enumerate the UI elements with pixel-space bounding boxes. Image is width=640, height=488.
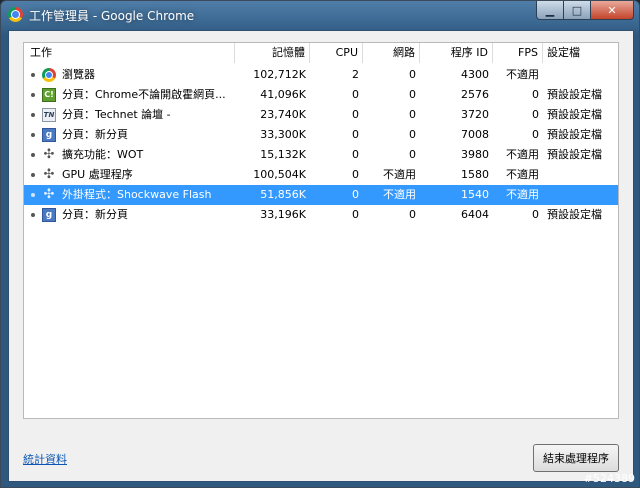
cell-task: 外掛程式：Shockwave Flash	[62, 188, 212, 201]
cell-fps: 不適用	[506, 68, 539, 81]
cell-task: 分頁：Technet 論壇 -	[62, 108, 171, 121]
cell-pid: 1540	[461, 188, 489, 201]
cell-task: GPU 處理程序	[62, 168, 133, 181]
cell-memory: 100,504K	[253, 168, 306, 181]
cell-network: 0	[409, 128, 416, 141]
column-header-cpu[interactable]: CPU	[310, 43, 363, 63]
cell-memory: 23,740K	[260, 108, 306, 121]
stats-link[interactable]: 統計資料	[23, 451, 67, 467]
cell-pid: 2576	[461, 88, 489, 101]
cell-cpu: 0	[352, 148, 359, 161]
cell-settings: 預設設定檔	[547, 88, 602, 101]
cell-memory: 102,712K	[253, 68, 306, 81]
window-controls: ▁ □ ✕	[536, 1, 634, 20]
cell-cpu: 0	[352, 168, 359, 181]
cell-fps: 0	[532, 128, 539, 141]
cell-cpu: 0	[352, 208, 359, 221]
table-row[interactable]: g 分頁：新分頁 33,300K 0 0 7008 0 預設設定檔	[24, 125, 618, 145]
column-header-settings[interactable]: 設定檔	[543, 43, 618, 63]
cell-cpu: 0	[352, 128, 359, 141]
chrome-logo-icon	[8, 7, 23, 22]
cell-network: 0	[409, 108, 416, 121]
cell-pid: 1580	[461, 168, 489, 181]
cell-settings: 預設設定檔	[547, 208, 602, 221]
cell-network: 不適用	[383, 168, 416, 181]
minimize-button[interactable]: ▁	[536, 1, 564, 20]
table-row[interactable]: g 分頁：新分頁 33,196K 0 0 6404 0 預設設定檔	[24, 205, 618, 225]
cell-memory: 33,196K	[260, 208, 306, 221]
minimize-icon: ▁	[545, 3, 555, 17]
title-bar[interactable]: 工作管理員 - Google Chrome ▁ □ ✕	[1, 1, 639, 29]
table-row[interactable]: TN 分頁：Technet 論壇 -23,740K 0 0 3720 0 預設設定檔	[24, 105, 618, 125]
table-row[interactable]: 瀏覽器 102,712K 2 0 4300 不適用	[24, 65, 618, 85]
cell-network: 不適用	[383, 188, 416, 201]
maximize-icon: □	[571, 3, 583, 17]
client-area: 工作 記憶體 CPU 網路 程序 ID FPS 設定檔 瀏覽器 102,712K 2…	[8, 30, 634, 482]
cell-cpu: 0	[352, 188, 359, 201]
table-row[interactable]: ✣ GPU 處理程序 100,504K 0 不適用 1580 不適用	[24, 165, 618, 185]
cell-network: 0	[409, 88, 416, 101]
cell-task: 分頁：Chrome不論開啟霍網頁...	[62, 88, 226, 101]
close-icon: ✕	[607, 3, 617, 17]
cell-task: 分頁：新分頁	[62, 128, 128, 141]
cell-settings: 預設設定檔	[547, 108, 602, 121]
cell-fps: 0	[532, 208, 539, 221]
cell-memory: 33,300K	[260, 128, 306, 141]
cell-memory: 15,132K	[260, 148, 306, 161]
cell-cpu: 2	[352, 68, 359, 81]
column-header-network[interactable]: 網路	[363, 43, 420, 63]
cell-fps: 不適用	[506, 148, 539, 161]
table-header: 工作 記憶體 CPU 網路 程序 ID FPS 設定檔	[24, 43, 618, 65]
cell-pid: 6404	[461, 208, 489, 221]
cell-memory: 41,096K	[260, 88, 306, 101]
process-table[interactable]: 工作 記憶體 CPU 網路 程序 ID FPS 設定檔 瀏覽器 102,712K 2…	[23, 42, 619, 419]
cell-settings: 預設設定檔	[547, 148, 602, 161]
window-title: 工作管理員 - Google Chrome	[29, 9, 195, 23]
watermark-id: #524389	[583, 472, 635, 485]
cell-fps: 不適用	[506, 168, 539, 181]
cell-pid: 3720	[461, 108, 489, 121]
close-button[interactable]: ✕	[591, 1, 634, 20]
cell-task: 擴充功能：WOT	[62, 148, 144, 161]
maximize-button[interactable]: □	[564, 1, 591, 20]
cell-network: 0	[409, 208, 416, 221]
column-header-memory[interactable]: 記憶體	[235, 43, 310, 63]
task-manager-window: 工作管理員 - Google Chrome ▁ □ ✕ 工作 記憶體 CPU 網…	[0, 0, 640, 488]
cell-task: 瀏覽器	[62, 68, 95, 81]
cell-network: 0	[409, 148, 416, 161]
table-row[interactable]: ✣ 擴充功能：WOT 15,132K 0 0 3980 不適用 預設設定檔	[24, 145, 618, 165]
column-header-task[interactable]: 工作	[24, 43, 235, 63]
cell-network: 0	[409, 68, 416, 81]
cell-fps: 0	[532, 108, 539, 121]
column-header-pid[interactable]: 程序 ID	[420, 43, 493, 63]
column-header-fps[interactable]: FPS	[493, 43, 543, 63]
end-process-button[interactable]: 結束處理程序	[533, 444, 619, 472]
cell-task: 分頁：新分頁	[62, 208, 128, 221]
cell-settings: 預設設定檔	[547, 128, 602, 141]
table-row[interactable]: C! 分頁：Chrome不論開啟霍網頁... 41,096K 0 0 2576 0 預設設定檔	[24, 85, 618, 105]
cell-pid: 4300	[461, 68, 489, 81]
cell-cpu: 0	[352, 108, 359, 121]
cell-fps: 0	[532, 88, 539, 101]
cell-pid: 7008	[461, 128, 489, 141]
cell-cpu: 0	[352, 88, 359, 101]
table-row[interactable]: ✣ 外掛程式：Shockwave Flash 51,856K 0 不適用 1540 不適用	[24, 185, 618, 205]
cell-fps: 不適用	[506, 188, 539, 201]
cell-memory: 51,856K	[260, 188, 306, 201]
cell-pid: 3980	[461, 148, 489, 161]
